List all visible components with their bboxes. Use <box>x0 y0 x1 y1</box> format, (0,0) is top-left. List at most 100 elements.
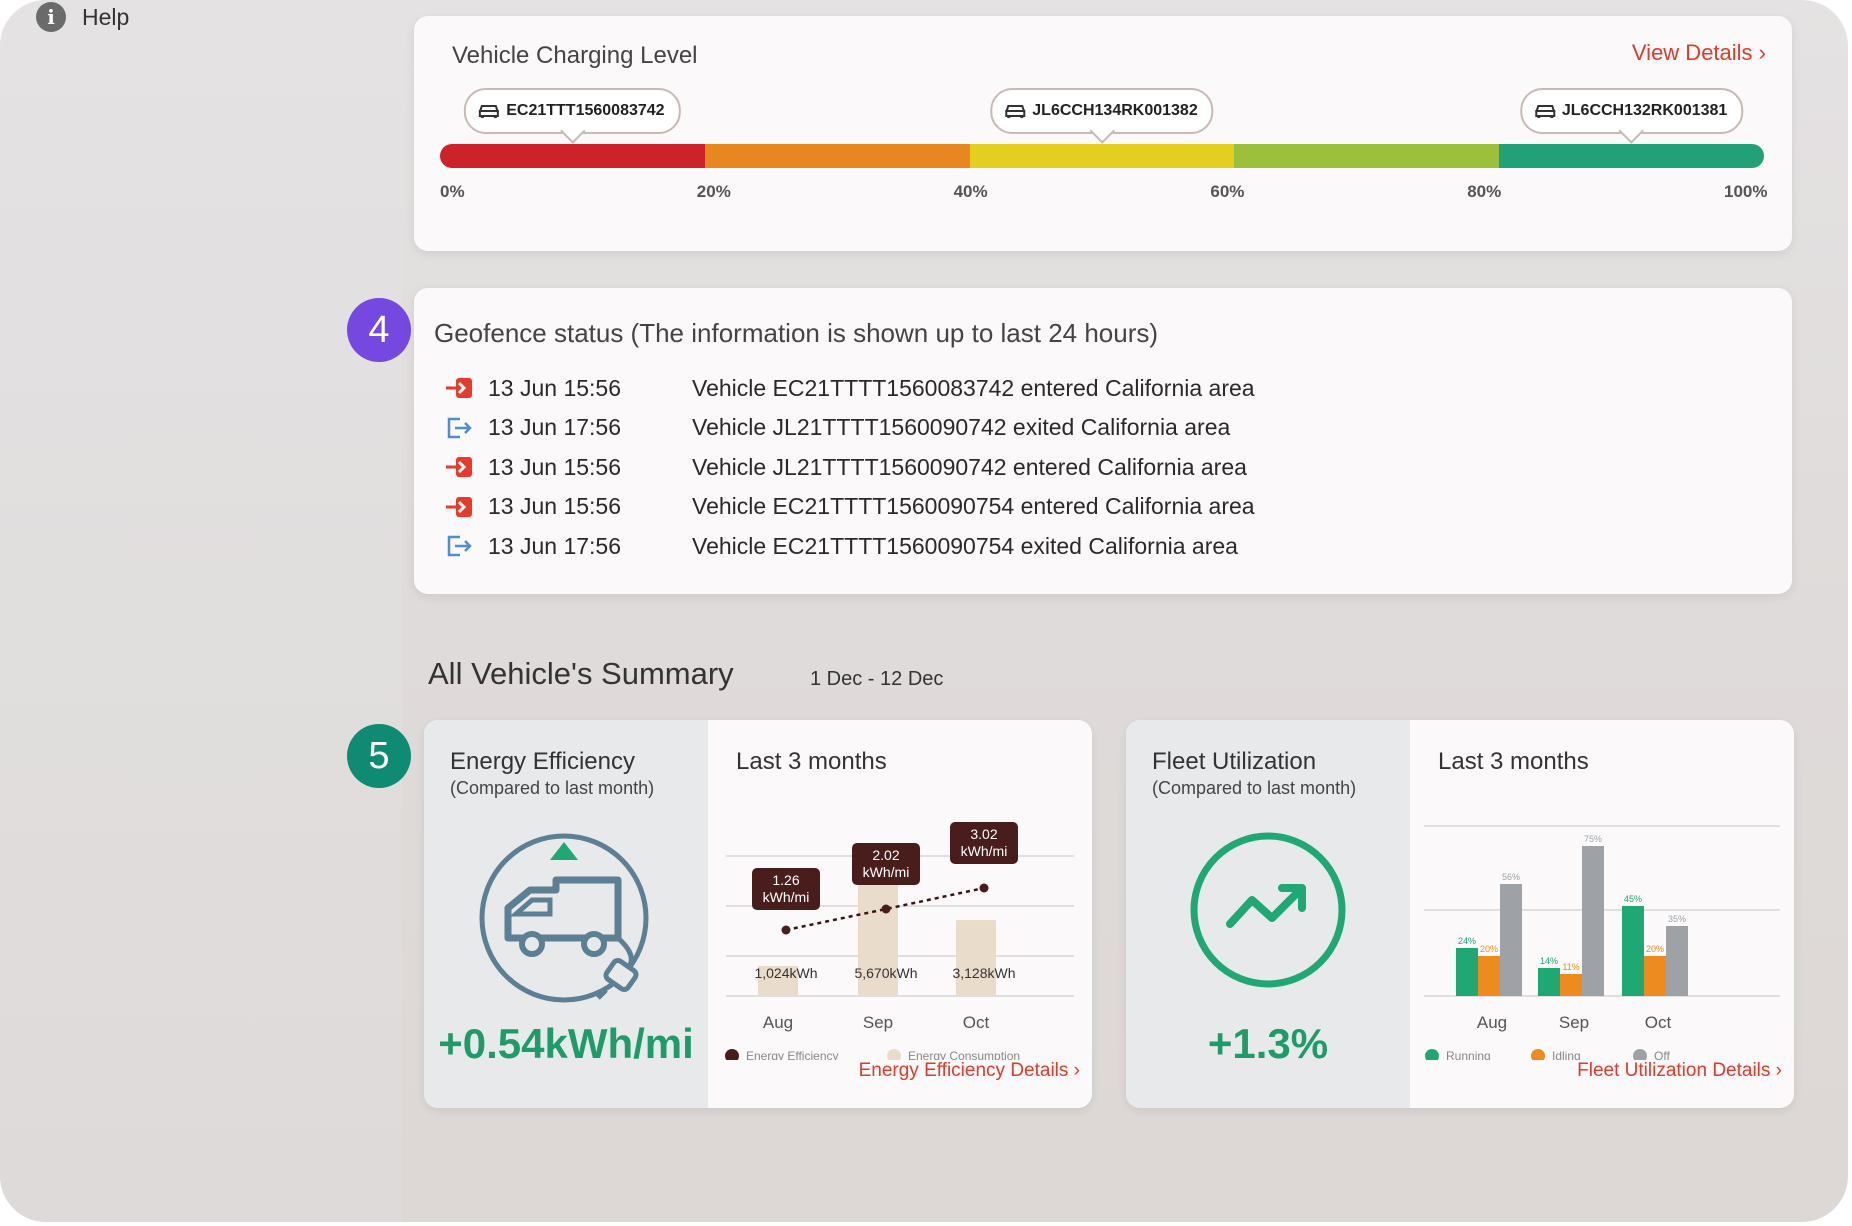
app-frame: i Help Vehicle Charging Level View Detai… <box>0 0 1848 1222</box>
energy-months-label: Last 3 months <box>736 748 887 775</box>
view-details-link[interactable]: View Details › <box>1632 40 1766 66</box>
geofence-event-row: 13 Jun 17:56 Vehicle JL21TTTT1560090742 e… <box>444 408 1230 448</box>
vehicle-id-label: JL6CCH134RK001382 <box>1032 102 1198 119</box>
vehicle-id-label: EC21TTT1560083742 <box>506 102 665 119</box>
energy-efficiency-point <box>781 925 791 935</box>
x-tick-label: Aug <box>1477 1013 1507 1032</box>
utilization-bar-label: 75% <box>1584 834 1602 844</box>
summary-date-range: 1 Dec - 12 Dec <box>810 668 944 690</box>
exit-area-icon <box>447 417 472 438</box>
legend-swatch <box>1425 1049 1439 1063</box>
fleet-utilization-value: +1.3% <box>1207 1020 1329 1067</box>
charge-segment <box>969 144 1235 168</box>
car-icon <box>1005 105 1026 118</box>
vehicle-charge-marker[interactable]: EC21TTT1560083742 <box>464 88 681 134</box>
utilization-bar-label: 11% <box>1562 962 1579 972</box>
vehicle-charge-marker[interactable]: JL6CCH132RK001381 <box>1519 88 1744 134</box>
energy-efficiency-unit-label: kWh/mi <box>961 843 1008 859</box>
charging-card-title: Vehicle Charging Level <box>452 42 698 69</box>
energy-consumption-bar <box>956 920 996 996</box>
x-tick-label: Sep <box>1559 1013 1589 1032</box>
charge-tick-label: 60% <box>1210 182 1245 201</box>
sidebar: i Help <box>0 0 402 1222</box>
charging-level-card: Vehicle Charging Level View Details › 0%… <box>414 16 1792 251</box>
energy-efficiency-chart: 1,024kWhAug5,670kWhSep3,128kWhOct1.26kWh… <box>725 822 1074 1063</box>
energy-consumption-label: 1,024kWh <box>754 965 817 981</box>
utilization-bar-label: 20% <box>1646 944 1664 954</box>
event-time: 13 Jun 17:56 <box>488 532 622 559</box>
geofence-status-card: Geofence status (The information is show… <box>414 288 1792 594</box>
event-message: Vehicle EC21TTTT1560090754 entered Calif… <box>692 493 1255 519</box>
energy-consumption-label: 3,128kWh <box>952 965 1015 981</box>
energy-consumption-label: 5,670kWh <box>854 965 917 981</box>
utilization-bar-label: 45% <box>1624 894 1642 904</box>
exit-area-icon <box>447 535 472 557</box>
fleet-utilization-summary: Fleet Utilization (Compared to last mont… <box>1126 720 1410 1108</box>
legend-swatch <box>725 1049 739 1063</box>
help-nav-item[interactable]: i Help <box>36 2 129 32</box>
fleet-months-label: Last 3 months <box>1438 748 1589 775</box>
charge-segment <box>1234 144 1500 168</box>
geofence-event-row: 13 Jun 15:56 Vehicle JL21TTTT1560090742 e… <box>444 447 1247 487</box>
utilization-bar-running <box>1622 906 1644 996</box>
event-message: Vehicle EC21TTTT1560090754 exited Califo… <box>692 532 1238 559</box>
vehicle-id-label: JL6CCH132RK001381 <box>1561 102 1728 119</box>
vehicle-charge-marker[interactable]: JL6CCH134RK001382 <box>990 88 1214 134</box>
fleet-utilization-subtitle: (Compared to last month) <box>1152 778 1357 798</box>
charge-segment <box>440 144 705 168</box>
fleet-utilization-details-link[interactable]: Fleet Utilization Details › <box>1577 1060 1782 1082</box>
energy-efficiency-point <box>979 883 989 893</box>
energy-efficiency-title: Energy Efficiency <box>450 748 635 775</box>
summary-title: All Vehicle's Summary <box>428 656 734 691</box>
utilization-bar-idling <box>1644 956 1666 996</box>
charge-segment <box>1499 144 1764 168</box>
fleet-utilization-chart: 24% 20% 56% Aug 14% 11% 75% Sep 45% 20% 35% Oct Runn… <box>1424 825 1780 1063</box>
enter-area-icon <box>446 496 472 517</box>
utilization-bar-label: 24% <box>1458 936 1476 946</box>
energy-efficiency-subtitle: (Compared to last month) <box>450 778 655 798</box>
energy-efficiency-value-label: 2.02 <box>872 847 899 863</box>
energy-efficiency-unit-label: kWh/mi <box>863 864 910 880</box>
geofence-event-row: 13 Jun 17:56 Vehicle EC21TTTT1560090754 e… <box>444 526 1238 566</box>
legend-label: Off <box>1654 1049 1670 1060</box>
car-icon <box>1534 105 1555 118</box>
utilization-bar-off <box>1500 884 1522 996</box>
charge-tick-label: 0% <box>440 182 465 201</box>
charge-tick-label: 20% <box>696 182 731 201</box>
charge-tick-label: 40% <box>953 182 988 201</box>
charge-tick-label: 100% <box>1724 182 1768 201</box>
utilization-bar-idling <box>1478 956 1500 996</box>
geofence-event-row: 13 Jun 15:56 Vehicle EC21TTTT1560083742 e… <box>444 368 1255 408</box>
charging-level-bar <box>440 144 1764 168</box>
enter-area-icon <box>446 378 472 398</box>
x-tick-label: Sep <box>863 1013 893 1032</box>
charge-segment <box>704 144 970 168</box>
ev-charging-truck-icon <box>479 833 649 1003</box>
energy-efficiency-value-label: 3.02 <box>970 826 997 842</box>
energy-efficiency-value-label: 1.26 <box>772 872 799 888</box>
charge-tick-label: 80% <box>1467 182 1502 201</box>
geofence-card-title: Geofence status (The information is show… <box>434 318 1159 348</box>
event-time: 13 Jun 17:56 <box>488 414 622 440</box>
utilization-bar-off <box>1582 846 1604 996</box>
event-time: 13 Jun 15:56 <box>488 374 622 401</box>
info-icon: i <box>36 2 66 32</box>
legend-swatch <box>1531 1049 1545 1063</box>
help-label: Help <box>82 3 130 30</box>
utilization-bar-idling <box>1560 974 1582 996</box>
utilization-bar-label: 35% <box>1668 914 1686 924</box>
energy-efficiency-point <box>881 904 891 914</box>
event-message: Vehicle JL21TTTT1560090742 exited Califo… <box>692 414 1231 440</box>
step-badge-5: 5 <box>347 724 411 788</box>
utilization-bar-off <box>1666 926 1688 996</box>
legend-label: Running <box>1446 1049 1491 1060</box>
trending-up-icon <box>1190 832 1346 988</box>
legend-label: Energy Consumption <box>908 1049 1020 1060</box>
event-message: Vehicle JL21TTTT1560090742 entered Calif… <box>692 453 1247 480</box>
event-message: Vehicle EC21TTTT1560083742 entered Calif… <box>692 374 1255 401</box>
fleet-utilization-card: Fleet Utilization (Compared to last mont… <box>1126 720 1794 1108</box>
legend-label: Idling <box>1552 1049 1581 1060</box>
x-tick-label: Aug <box>763 1013 793 1032</box>
legend-swatch <box>1633 1049 1647 1063</box>
energy-efficiency-details-link[interactable]: Energy Efficiency Details › <box>859 1060 1080 1082</box>
